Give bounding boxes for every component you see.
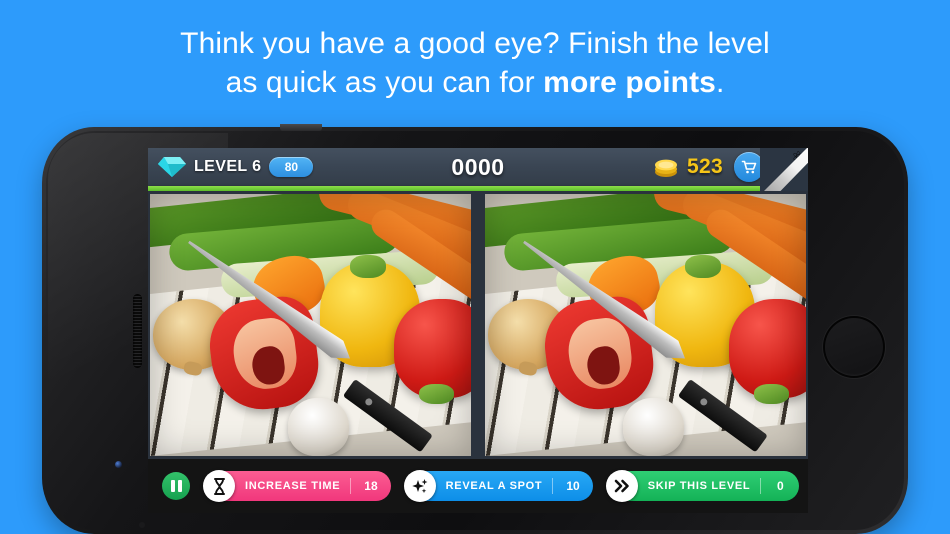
pause-icon-bar <box>170 480 175 492</box>
skip-this-level-label: SKIP THIS LEVEL <box>647 480 751 492</box>
promo-headline: Think you have a good eye? Finish the le… <box>0 24 950 102</box>
earpiece-speaker <box>133 294 142 368</box>
red-pepper <box>393 298 471 405</box>
diamond-gem-icon <box>157 156 187 178</box>
headline-line-2-post: . <box>715 66 725 99</box>
garlic-bulb <box>288 398 349 456</box>
coin-count: 523 <box>687 155 723 178</box>
increase-time-body: INCREASE TIME 18 <box>219 471 391 501</box>
pepper-stem <box>753 384 789 405</box>
pepper-stem <box>684 254 721 278</box>
skip-this-level-count: 0 <box>776 479 784 493</box>
red-pepper <box>728 298 806 405</box>
level-label: LEVEL 6 <box>194 158 262 175</box>
front-camera-icon <box>115 461 122 468</box>
proximity-sensor-icon <box>139 522 145 528</box>
increase-time-button[interactable]: INCREASE TIME 18 <box>203 470 391 502</box>
game-header-bar: LEVEL 6 80 523 0000 <box>148 148 808 186</box>
headline-line-1: Think you have a good eye? Finish the le… <box>180 27 770 60</box>
phone-device: LEVEL 6 80 523 0000 INCREASE TIME 18 REV… <box>42 124 908 534</box>
header-right-group: 523 <box>653 152 764 182</box>
reveal-a-spot-count: 10 <box>566 479 580 493</box>
garlic-bulb <box>623 398 684 456</box>
double-chevron-icon <box>605 470 638 502</box>
phone-screen: LEVEL 6 80 523 0000 INCREASE TIME 18 REV… <box>148 148 808 513</box>
reveal-a-spot-label: REVEAL A SPOT <box>445 480 543 492</box>
vegetables-photo-left[interactable] <box>150 194 471 456</box>
phone-antenna-notch <box>280 124 322 131</box>
reveal-a-spot-button[interactable]: REVEAL A SPOT 10 <box>403 470 593 502</box>
game-toolbar: INCREASE TIME 18 REVEAL A SPOT 10 SKIP T… <box>148 459 808 513</box>
vegetables-photo-right[interactable] <box>485 194 806 456</box>
headline-line-2-pre: as quick as you can for <box>225 66 544 99</box>
sparkle-icon <box>403 470 436 502</box>
shopping-cart-icon <box>741 160 757 174</box>
level-badge: 80 <box>269 157 314 177</box>
pepper-stem <box>418 384 454 405</box>
home-button[interactable] <box>823 316 885 378</box>
compare-images-area <box>148 191 808 459</box>
pause-icon-bar <box>177 480 182 492</box>
gold-coin-icon <box>653 156 679 178</box>
skip-this-level-body: SKIP THIS LEVEL 0 <box>621 471 800 501</box>
pepper-stem <box>349 254 386 278</box>
increase-time-label: INCREASE TIME <box>245 480 341 492</box>
headline-emphasis: more points <box>543 66 716 99</box>
page-curl-corner[interactable]: ⚛ <box>760 148 808 196</box>
pause-button[interactable] <box>162 472 190 500</box>
increase-time-count: 18 <box>364 479 378 493</box>
headline-line-2: as quick as you can for more points. <box>0 63 950 102</box>
skip-this-level-button[interactable]: SKIP THIS LEVEL 0 <box>605 470 800 502</box>
reveal-a-spot-body: REVEAL A SPOT 10 <box>419 471 593 501</box>
hourglass-icon <box>203 470 235 502</box>
